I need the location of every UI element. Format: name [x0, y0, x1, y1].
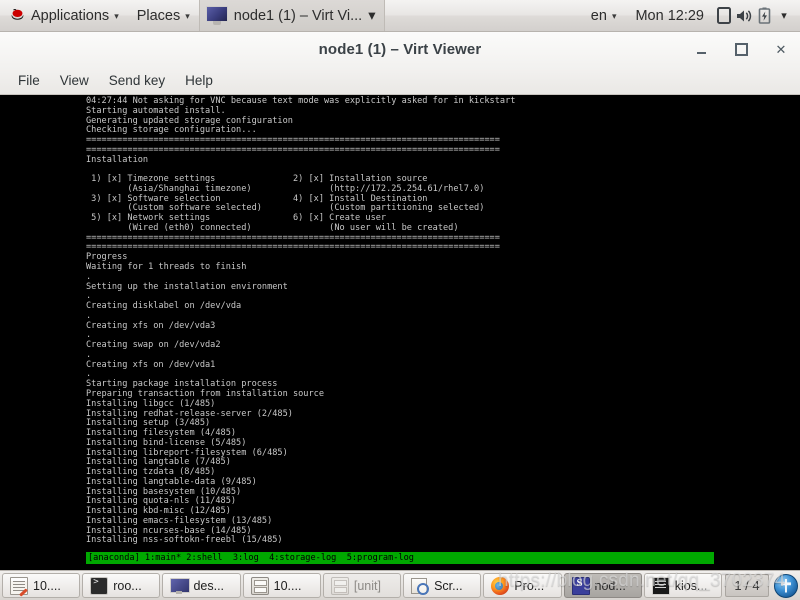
- taskbar-item-node1[interactable]: nod...: [563, 573, 642, 598]
- menu-help[interactable]: Help: [175, 70, 223, 91]
- menu-send-key[interactable]: Send key: [99, 70, 175, 91]
- window-menubar: File View Send key Help: [0, 67, 800, 94]
- taskbar-item-notepad[interactable]: 10....: [2, 573, 81, 598]
- taskbar-item-files[interactable]: 10....: [242, 573, 321, 598]
- places-menu-label: Places: [136, 7, 181, 24]
- window-controls: ✕: [692, 32, 790, 67]
- taskbar-item-desktop[interactable]: des...: [162, 573, 241, 598]
- taskbar-item-root-terminal[interactable]: roo...: [82, 573, 161, 598]
- removable-media-icon[interactable]: [714, 6, 734, 26]
- active-window-title: node1 (1) – Virt Vi...: [233, 7, 363, 24]
- accessibility-icon[interactable]: [773, 573, 798, 598]
- terminal-icon: [90, 576, 109, 595]
- taskbar-item-label: roo...: [113, 578, 142, 593]
- battery-icon[interactable]: [754, 6, 774, 26]
- screenshot-icon: [411, 577, 430, 595]
- notepad-icon: [10, 576, 28, 595]
- taskbar-item-label: des...: [193, 578, 225, 593]
- file-drawer-icon: [250, 576, 269, 595]
- redhat-logo-icon: [11, 8, 24, 20]
- taskbar-item-label: 10....: [273, 578, 302, 593]
- close-button[interactable]: ✕: [772, 41, 790, 59]
- desktop-screen: Applications ▾ Places ▾ node1 (1) – Virt…: [0, 0, 800, 600]
- taskbar-item-label: Pro...: [514, 578, 545, 593]
- chevron-down-icon: ▾: [611, 11, 617, 21]
- applications-menu[interactable]: Applications ▾: [0, 0, 128, 31]
- minimize-button[interactable]: [692, 41, 710, 59]
- clock[interactable]: Mon 12:29: [625, 8, 714, 24]
- monitor-icon: [205, 6, 228, 25]
- taskbar-item-firefox[interactable]: Pro...: [483, 573, 562, 598]
- chevron-down-icon: ▾: [114, 11, 119, 21]
- window-titlebar: node1 (1) – Virt Viewer ✕: [0, 32, 800, 67]
- workspace-indicator[interactable]: 1 / 4: [724, 574, 769, 597]
- window-title: node1 (1) – Virt Viewer: [318, 41, 482, 58]
- selection-icon: [571, 576, 590, 595]
- menu-file[interactable]: File: [8, 70, 50, 91]
- firefox-icon: [491, 576, 510, 595]
- taskbar-item-unit[interactable]: [unit]: [322, 573, 402, 598]
- keyboard-layout-menu[interactable]: en ▾: [582, 0, 626, 31]
- active-window-menu[interactable]: node1 (1) – Virt Vi... ▾: [198, 0, 385, 31]
- gnome-top-panel: Applications ▾ Places ▾ node1 (1) – Virt…: [0, 0, 800, 32]
- anaconda-status-bar: [anaconda] 1:main* 2:shell 3:log 4:stora…: [86, 552, 714, 564]
- keyboard-layout-label: en: [590, 7, 607, 24]
- panel-right-group: en ▾ Mon 12:29 ▾: [582, 0, 800, 31]
- taskbar-item-label: [unit]: [353, 578, 381, 593]
- taskbar-item-label: Scr...: [434, 578, 463, 593]
- virt-viewer-window: node1 (1) – Virt Viewer ✕ File View Send…: [0, 32, 800, 95]
- taskbar-item-label: kios...: [674, 578, 708, 593]
- taskbar-item-label: nod...: [594, 578, 626, 593]
- file-drawer-icon: [330, 576, 349, 595]
- taskbar-item-screenshot[interactable]: Scr...: [403, 573, 482, 598]
- maximize-button[interactable]: [732, 41, 750, 59]
- menu-view[interactable]: View: [50, 70, 99, 91]
- system-menu-caret-icon[interactable]: ▾: [774, 6, 794, 26]
- bottom-taskbar: 10.... roo... des... 10.... [unit] Scr..…: [0, 570, 800, 600]
- taskbar-item-label: 10....: [33, 578, 61, 593]
- places-menu[interactable]: Places ▾: [128, 0, 199, 31]
- guest-console[interactable]: 04:27:44 Not asking for VNC because text…: [0, 95, 800, 570]
- monitor-icon: [170, 577, 191, 595]
- chevron-down-icon: ▾: [368, 7, 376, 24]
- applications-menu-label: Applications: [31, 7, 110, 24]
- taskbar-item-kiosk[interactable]: kios...: [643, 573, 722, 598]
- console-text: 04:27:44 Not asking for VNC because text…: [86, 96, 516, 546]
- volume-icon[interactable]: [734, 6, 754, 26]
- chevron-down-icon: ▾: [185, 11, 190, 21]
- black-terminal-icon: [651, 576, 670, 595]
- chevron-down-glyph: ▾: [781, 10, 787, 22]
- panel-left-group: Applications ▾ Places ▾ node1 (1) – Virt…: [0, 0, 385, 31]
